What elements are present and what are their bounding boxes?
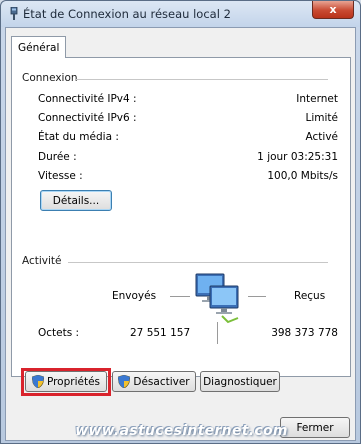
dialog-client-area: Général Connexion Connectivité IPv4 : In…: [5, 27, 356, 441]
received-label: Reçus: [294, 290, 326, 302]
details-button[interactable]: Détails...: [40, 190, 112, 211]
properties-button-label: Propriétés: [46, 375, 101, 388]
bytes-label: Octets :: [38, 327, 80, 339]
tab-general-label: Général: [18, 41, 60, 54]
activite-section-title: Activité: [22, 255, 62, 267]
tab-general[interactable]: Général: [11, 36, 67, 58]
connexion-divider: [76, 79, 328, 80]
title-bar[interactable]: État de Connexion au réseau local 2 x: [1, 1, 360, 27]
properties-button[interactable]: Propriétés: [25, 371, 107, 392]
activite-divider: [68, 262, 328, 263]
ipv6-value: Limité: [305, 112, 339, 124]
disable-button-label: Désactiver: [133, 375, 190, 388]
ipv4-label: Connectivité IPv4 :: [38, 93, 137, 105]
speed-label: Vitesse :: [38, 170, 83, 182]
bytes-divider: [217, 322, 218, 344]
connexion-section-title: Connexion: [22, 72, 78, 84]
network-adapter-icon: [10, 7, 18, 20]
watermark: www.astucesinternet.com: [75, 423, 288, 439]
media-state-value: Activé: [305, 131, 338, 143]
bytes-received-value: 398 373 778: [271, 327, 338, 339]
diagnose-button[interactable]: Diagnostiquer: [200, 371, 280, 392]
received-line: [248, 296, 266, 297]
media-state-label: État du média :: [38, 131, 119, 143]
close-icon: x: [329, 3, 337, 16]
uac-shield-icon: [31, 375, 44, 388]
uac-shield-icon: [118, 375, 131, 388]
window-title: État de Connexion au réseau local 2: [23, 7, 231, 21]
ipv4-value: Internet: [296, 93, 338, 105]
ipv6-label: Connectivité IPv6 :: [38, 112, 137, 124]
disable-button[interactable]: Désactiver: [112, 371, 196, 392]
details-button-label: Détails...: [52, 194, 100, 207]
duration-value: 1 jour 03:25:31: [257, 151, 338, 163]
bytes-sent-value: 27 551 157: [130, 327, 191, 339]
sent-label: Envoyés: [112, 290, 157, 302]
network-computers-icon: [195, 273, 239, 324]
window-close-button[interactable]: x: [312, 1, 354, 19]
diagnose-button-label: Diagnostiquer: [203, 375, 277, 388]
network-status-window: État de Connexion au réseau local 2 x Gé…: [0, 0, 361, 444]
sent-line: [170, 296, 190, 297]
speed-value: 100,0 Mbits/s: [267, 170, 338, 182]
duration-label: Durée :: [38, 151, 77, 163]
tab-panel-general: Connexion Connectivité IPv4 : Internet C…: [11, 57, 351, 377]
